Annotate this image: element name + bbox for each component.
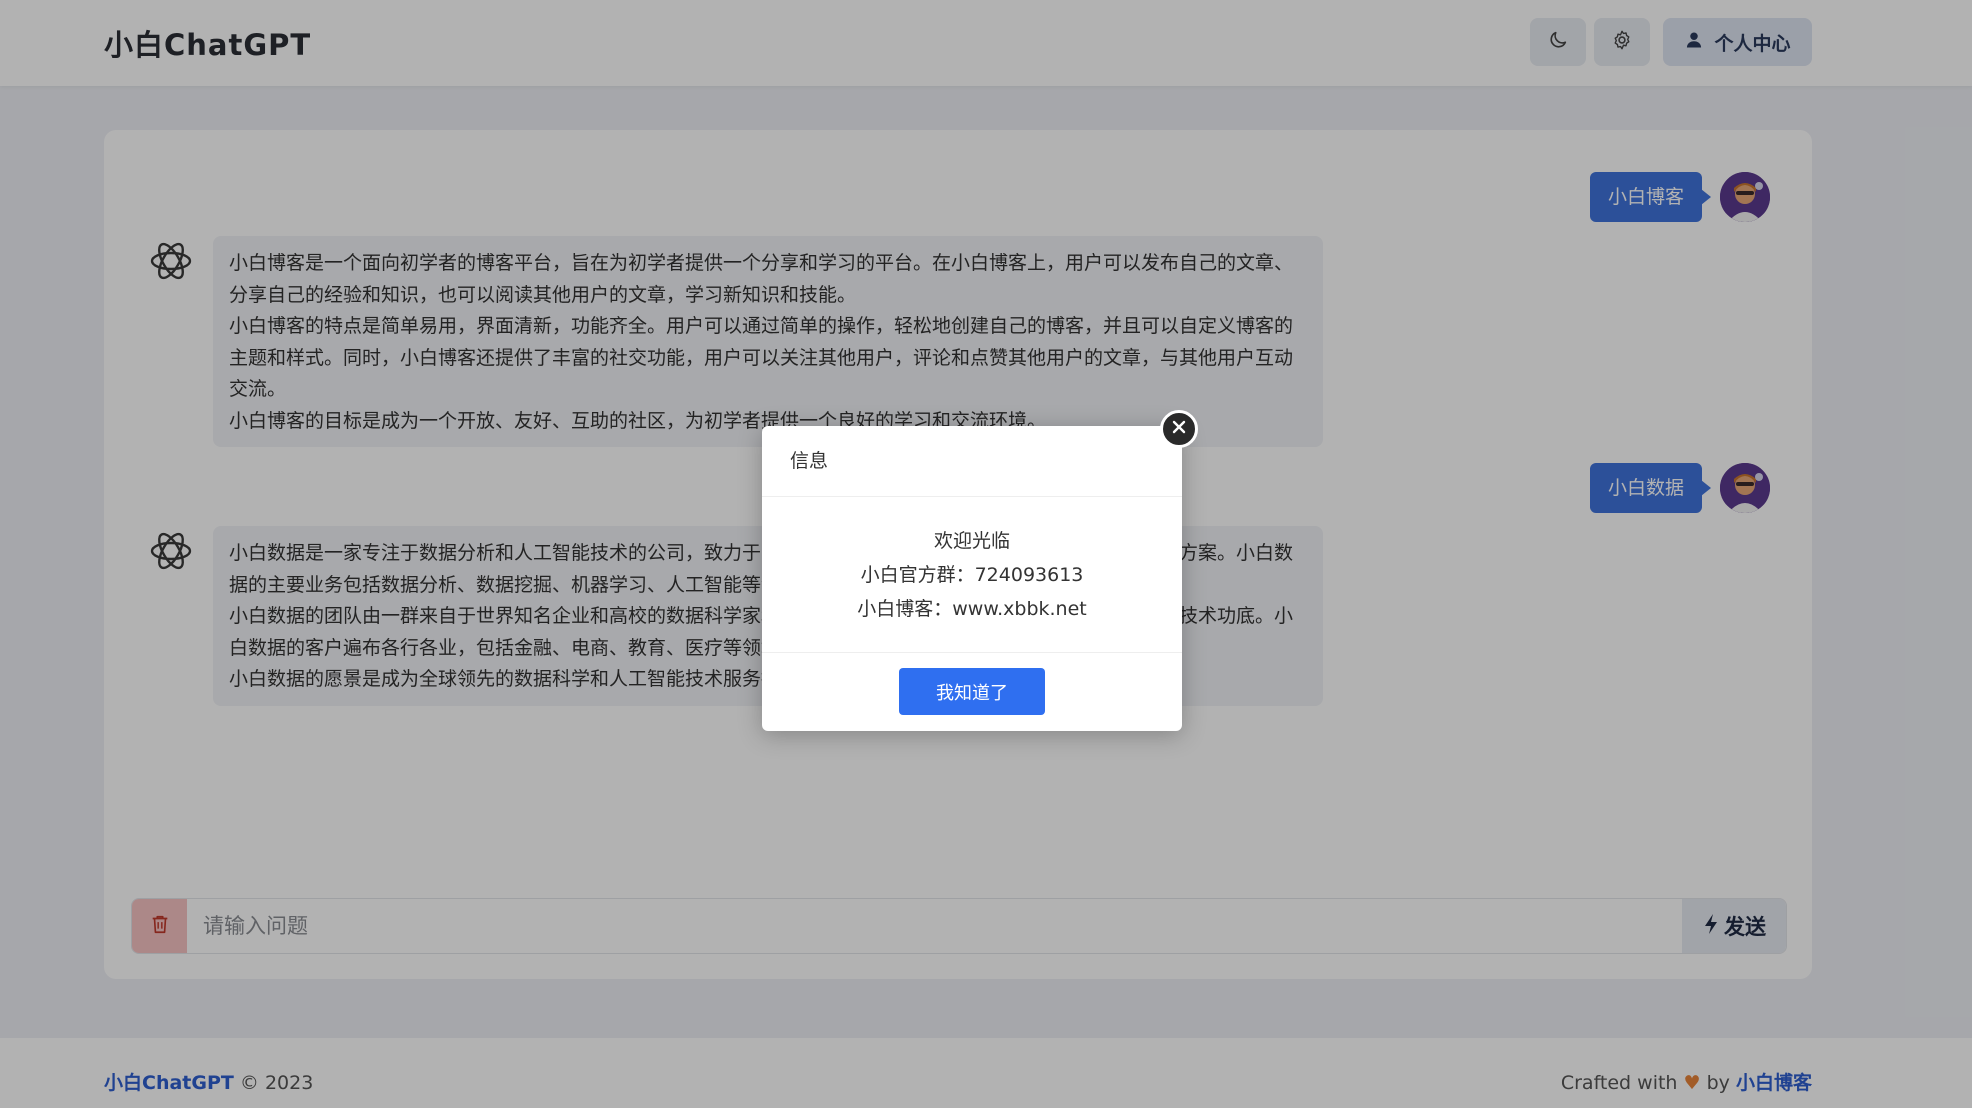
dialog-footer: 我知道了 [762, 652, 1182, 732]
info-dialog: 信息 欢迎光临 小白官方群：724093613 小白博客：www.xbbk.ne… [762, 410, 1198, 732]
dialog-body: 欢迎光临 小白官方群：724093613 小白博客：www.xbbk.net [762, 524, 1182, 626]
acknowledge-button[interactable]: 我知道了 [899, 668, 1045, 715]
dialog-close-button[interactable] [1160, 410, 1198, 448]
dialog-title: 信息 [790, 450, 829, 472]
dialog-line: 小白博客：www.xbbk.net [857, 598, 1087, 620]
dialog-line: 小白官方群：724093613 [860, 564, 1084, 586]
close-icon [1171, 419, 1187, 439]
dialog-line: 欢迎光临 [933, 530, 1010, 552]
dialog-header: 信息 [762, 426, 1182, 497]
